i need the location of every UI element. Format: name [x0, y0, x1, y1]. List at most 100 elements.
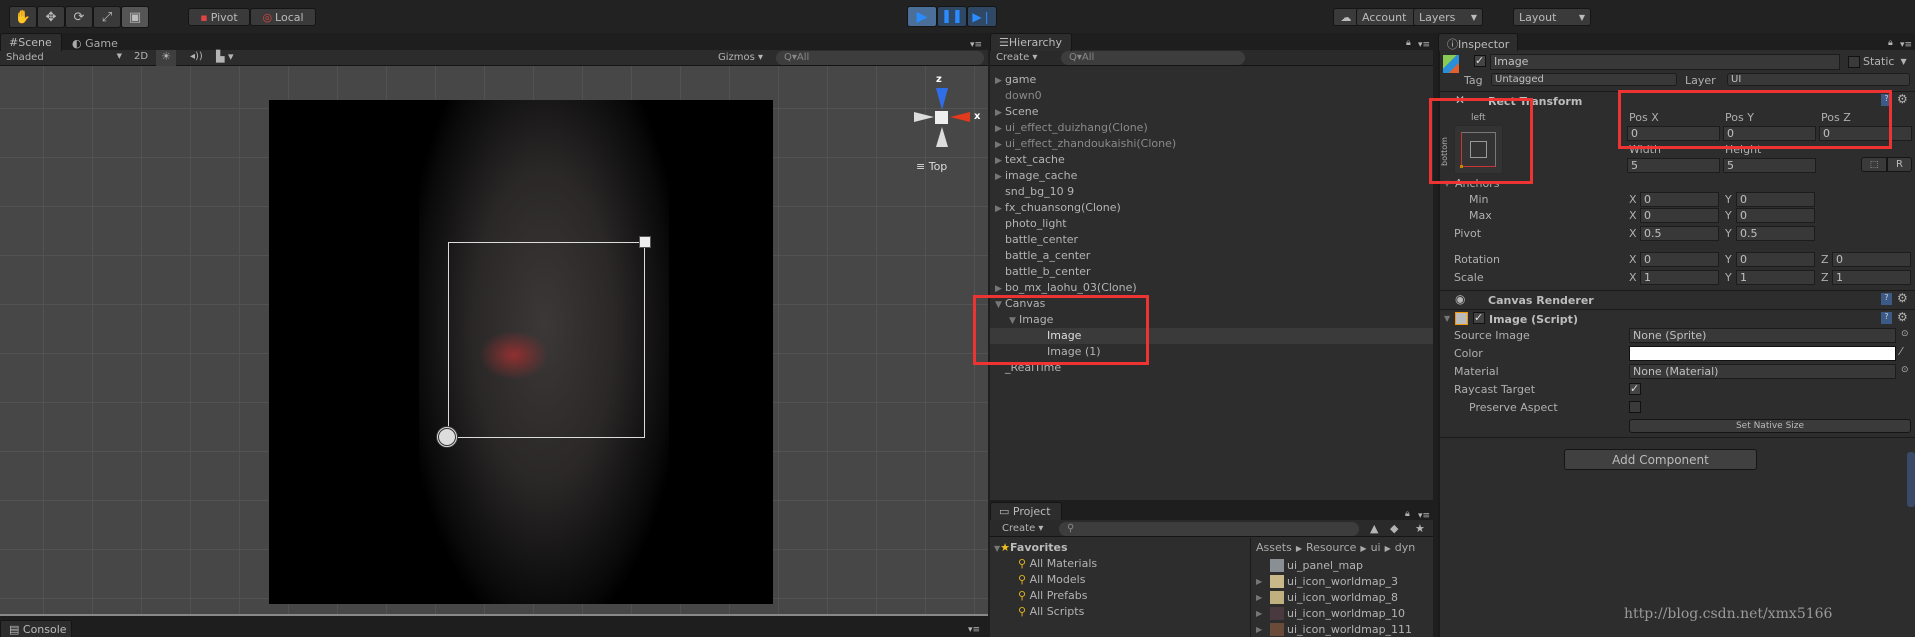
gear-icon[interactable]: ⚙	[1897, 291, 1908, 305]
hierarchy-item[interactable]: photo_light	[990, 216, 1433, 232]
expand-arrow-icon[interactable]: ▶	[995, 121, 1005, 137]
scale-z-field[interactable]: 1	[1832, 270, 1911, 285]
pivot-x-field[interactable]: 0.5	[1640, 226, 1719, 241]
pivot-toggle[interactable]: ▪ Pivot	[188, 8, 250, 26]
raw-edit-button[interactable]: R	[1887, 157, 1912, 172]
gear-icon[interactable]: ⚙	[1897, 310, 1908, 324]
hierarchy-item[interactable]: ▶ bo_mx_laohu_03(Clone)	[990, 280, 1433, 296]
hierarchy-item[interactable]: ▶ game	[990, 72, 1433, 88]
scrollbar[interactable]	[1907, 452, 1915, 507]
axis-x-cone[interactable]	[950, 112, 970, 122]
tab-inspector[interactable]: ⓘInspector	[1438, 33, 1518, 51]
blueprint-mode-button[interactable]: ⬚	[1861, 157, 1887, 172]
axis-neg-x-cone[interactable]	[914, 112, 934, 122]
lock-icon[interactable]: 🔒︎	[1888, 38, 1893, 48]
2d-toggle[interactable]: 2D	[128, 51, 154, 65]
object-name-field[interactable]: Image	[1490, 54, 1840, 70]
audio-toggle[interactable]: ◂))	[190, 51, 203, 62]
expand-arrow-icon[interactable]: ▶	[995, 201, 1005, 217]
image-script-header[interactable]: Image (Script)	[1489, 313, 1578, 326]
asset-item[interactable]: ▶ ui_icon_worldmap_8	[1256, 591, 1398, 604]
object-picker-icon[interactable]: ⊙	[1901, 329, 1909, 339]
project-create-button[interactable]: Create ▾	[1002, 523, 1043, 534]
help-icon[interactable]: ?	[1881, 293, 1892, 305]
height-field[interactable]: 5	[1723, 158, 1816, 173]
min-y-field[interactable]: 0	[1736, 192, 1815, 207]
hand-tool[interactable]: ✋	[9, 6, 37, 28]
raycast-target-checkbox[interactable]: ✓	[1629, 383, 1641, 395]
expand-arrow-icon[interactable]: ▼	[1444, 314, 1450, 323]
gizmos-dropdown[interactable]: Gizmos ▾	[718, 52, 763, 63]
hierarchy-item[interactable]: ▶ ui_effect_duizhang(Clone)	[990, 120, 1433, 136]
scale-tool[interactable]: ⤢	[93, 6, 121, 28]
favorite-item[interactable]: ⚲ All Models	[1018, 573, 1085, 586]
hierarchy-item[interactable]: down0	[990, 88, 1433, 104]
tab-scene[interactable]: #Scene	[0, 33, 62, 51]
expand-arrow-icon[interactable]: ▶	[995, 169, 1005, 185]
expand-arrow-icon[interactable]: ▶	[995, 153, 1005, 169]
pivot-y-field[interactable]: 0.5	[1736, 226, 1815, 241]
color-field[interactable]	[1629, 346, 1896, 361]
expand-arrow-icon[interactable]: ▶	[995, 137, 1005, 153]
tab-hierarchy[interactable]: ☰Hierarchy	[990, 33, 1072, 51]
hierarchy-item[interactable]: ▶ Scene	[990, 104, 1433, 120]
scale-y-field[interactable]: 1	[1736, 270, 1815, 285]
hierarchy-item[interactable]: ▶ fx_chuansong(Clone)	[990, 200, 1433, 216]
asset-item[interactable]: ▶ ui_icon_worldmap_10	[1256, 607, 1405, 620]
favorites-header[interactable]: ▼★Favorites	[994, 541, 1068, 554]
hierarchy-create-button[interactable]: Create ▾	[996, 52, 1037, 63]
panel-menu-icon[interactable]: ▾≡	[968, 625, 980, 635]
filter-label-icon[interactable]: ◆	[1390, 522, 1398, 535]
layout-dropdown[interactable]: Layout ▼	[1513, 8, 1591, 26]
canvas-renderer-header[interactable]: Canvas Renderer	[1488, 294, 1594, 307]
hierarchy-item[interactable]: ▶ text_cache	[990, 152, 1433, 168]
rot-y-field[interactable]: 0	[1736, 252, 1815, 267]
step-button[interactable]: ▶❘	[967, 6, 997, 27]
active-checkbox[interactable]: ✓	[1474, 55, 1486, 67]
hierarchy-search-input[interactable]: Q▾All	[1061, 51, 1245, 65]
project-search-input[interactable]: ⚲	[1059, 522, 1359, 536]
breadcrumb-item[interactable]: Assets	[1256, 541, 1292, 554]
favorite-item[interactable]: ⚲ All Prefabs	[1018, 589, 1088, 602]
add-component-button[interactable]: Add Component	[1564, 449, 1757, 470]
hierarchy-item[interactable]: battle_center	[990, 232, 1433, 248]
set-native-size-button[interactable]: Set Native Size	[1629, 419, 1911, 433]
preserve-aspect-checkbox[interactable]	[1629, 401, 1641, 413]
pivot-handle[interactable]	[436, 426, 458, 448]
favorite-item[interactable]: ⚲ All Materials	[1018, 557, 1097, 570]
material-field[interactable]: None (Material)	[1629, 364, 1896, 379]
expand-arrow-icon[interactable]: ▶	[1256, 609, 1270, 618]
asset-item[interactable]: ▶ ui_icon_worldmap_3	[1256, 575, 1398, 588]
expand-arrow-icon[interactable]: ▶	[1256, 593, 1270, 602]
rect-tool[interactable]: ▣	[121, 6, 149, 28]
hierarchy-item[interactable]: battle_a_center	[990, 248, 1433, 264]
axis-z-cone[interactable]	[936, 88, 948, 110]
lock-icon[interactable]: 🔒︎	[1405, 509, 1410, 519]
tag-dropdown[interactable]: Untagged	[1491, 73, 1677, 86]
rot-x-field[interactable]: 0	[1640, 252, 1719, 267]
axis-y-cone[interactable]	[936, 127, 948, 147]
pause-button[interactable]: ❚❚	[937, 6, 967, 27]
panel-menu-icon[interactable]: ▾≡	[1900, 40, 1912, 50]
breadcrumb-item[interactable]: ui	[1371, 541, 1381, 554]
panel-menu-icon[interactable]: ▾≡	[1418, 511, 1430, 521]
breadcrumb-item[interactable]: Resource	[1306, 541, 1356, 554]
orientation-gizmo[interactable]: z x	[908, 74, 980, 164]
asset-item[interactable]: ui_panel_map	[1256, 559, 1363, 572]
expand-arrow-icon[interactable]: ▶	[995, 73, 1005, 89]
max-x-field[interactable]: 0	[1640, 208, 1719, 223]
hierarchy-item[interactable]: battle_b_center	[990, 264, 1433, 280]
scale-x-field[interactable]: 1	[1640, 270, 1719, 285]
eyedropper-icon[interactable]: ⁄	[1900, 345, 1902, 358]
local-toggle[interactable]: ◎ Local	[250, 8, 316, 26]
gear-icon[interactable]: ⚙	[1897, 92, 1908, 106]
source-image-field[interactable]: None (Sprite)	[1629, 328, 1896, 343]
favorite-item[interactable]: ⚲ All Scripts	[1018, 605, 1084, 618]
view-mode-label[interactable]: ≡ Top	[916, 160, 947, 173]
image-enabled-checkbox[interactable]: ✓	[1473, 312, 1485, 324]
effects-toggle[interactable]: ▙ ▾	[216, 50, 233, 63]
expand-arrow-icon[interactable]: ▶	[1256, 625, 1270, 634]
hierarchy-item[interactable]: snd_bg_10 9	[990, 184, 1433, 200]
layers-dropdown[interactable]: Layers ▼	[1413, 8, 1483, 26]
rotate-tool[interactable]: ⟳	[65, 6, 93, 28]
